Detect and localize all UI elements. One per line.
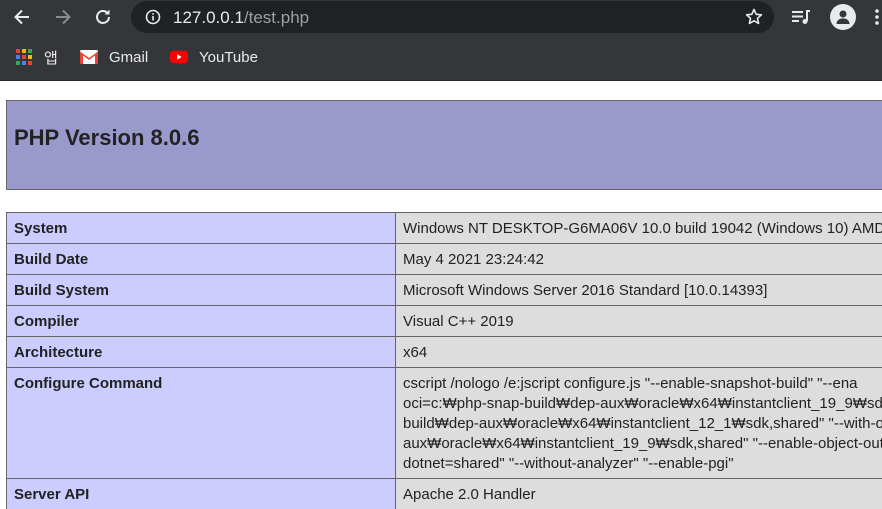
row-key: Server API: [6, 478, 396, 509]
bookmark-label: YouTube: [199, 48, 258, 66]
gmail-icon: [80, 48, 98, 66]
row-key: Architecture: [6, 336, 396, 368]
php-version-header: PHP Version 8.0.6: [6, 100, 882, 190]
row-value: Apache 2.0 Handler: [395, 478, 882, 509]
table-row: Server API Apache 2.0 Handler: [6, 478, 882, 509]
bookmark-star-icon[interactable]: [744, 7, 764, 27]
profile-avatar-icon: [836, 10, 850, 24]
back-arrow-icon: [14, 9, 29, 25]
site-info-icon[interactable]: [145, 9, 161, 25]
configure-line: dotnet=shared" "--without-analyzer" "--e…: [403, 455, 734, 472]
bookmark-label: Gmail: [109, 48, 149, 66]
playlist-music-icon: [792, 10, 810, 24]
profile-button[interactable]: [830, 4, 856, 30]
media-control-button[interactable]: [789, 5, 813, 29]
forward-arrow-icon: [56, 9, 71, 25]
row-key: Configure Command: [6, 367, 396, 479]
table-row: Build System Microsoft Windows Server 20…: [6, 274, 882, 306]
url-path: /test.php: [243, 8, 310, 27]
row-value: Visual C++ 2019: [395, 305, 882, 337]
row-value: x64: [395, 336, 882, 368]
configure-line: cscript /nologo /e:jscript configure.js …: [403, 375, 858, 392]
bookmark-apps[interactable]: 앱: [15, 45, 58, 69]
page-content: PHP Version 8.0.6 System Windows NT DESK…: [0, 81, 882, 509]
apps-grid-icon: [15, 48, 33, 66]
php-info-table: System Windows NT DESKTOP-G6MA06V 10.0 b…: [6, 212, 882, 509]
address-bar[interactable]: 127.0.0.1/test.php: [131, 1, 774, 33]
row-value-multiline: cscript /nologo /e:jscript configure.js …: [395, 367, 882, 479]
table-row: Compiler Visual C++ 2019: [6, 305, 882, 337]
back-button[interactable]: [9, 4, 35, 30]
table-row: Build Date May 4 2021 23:24:42: [6, 243, 882, 275]
row-value: Microsoft Windows Server 2016 Standard […: [395, 274, 882, 306]
bookmark-label: 앱: [44, 49, 58, 67]
url-host: 127.0.0.1: [173, 8, 244, 27]
youtube-icon: [170, 48, 188, 66]
browser-toolbar: 127.0.0.1/test.php: [0, 0, 882, 34]
configure-line: aux₩oracle₩x64₩instantclient_19_9₩sdk,sh…: [403, 435, 882, 452]
kebab-menu-icon: [875, 9, 879, 25]
table-row: Configure Command cscript /nologo /e:jsc…: [6, 367, 882, 479]
browser-menu-button[interactable]: [872, 5, 882, 29]
row-key: System: [6, 212, 396, 244]
reload-button[interactable]: [90, 4, 116, 30]
bookmarks-bar: 앱 Gmail YouTube: [0, 34, 882, 81]
forward-button[interactable]: [50, 4, 76, 30]
table-row: System Windows NT DESKTOP-G6MA06V 10.0 b…: [6, 212, 882, 244]
bookmark-gmail[interactable]: Gmail: [80, 45, 148, 69]
page-title: PHP Version 8.0.6: [14, 125, 200, 150]
table-row: Architecture x64: [6, 336, 882, 368]
row-key: Build System: [6, 274, 396, 306]
reload-icon: [96, 9, 110, 24]
row-value: Windows NT DESKTOP-G6MA06V 10.0 build 19…: [395, 212, 882, 244]
configure-line: oci=c:₩php-snap-build₩dep-aux₩oracle₩x64…: [403, 395, 882, 412]
configure-line: build₩dep-aux₩oracle₩x64₩instantclient_1…: [403, 415, 882, 432]
url-text[interactable]: 127.0.0.1/test.php: [173, 8, 309, 27]
row-key: Compiler: [6, 305, 396, 337]
row-key: Build Date: [6, 243, 396, 275]
bookmark-youtube[interactable]: YouTube: [170, 45, 258, 69]
row-value: May 4 2021 23:24:42: [395, 243, 882, 275]
